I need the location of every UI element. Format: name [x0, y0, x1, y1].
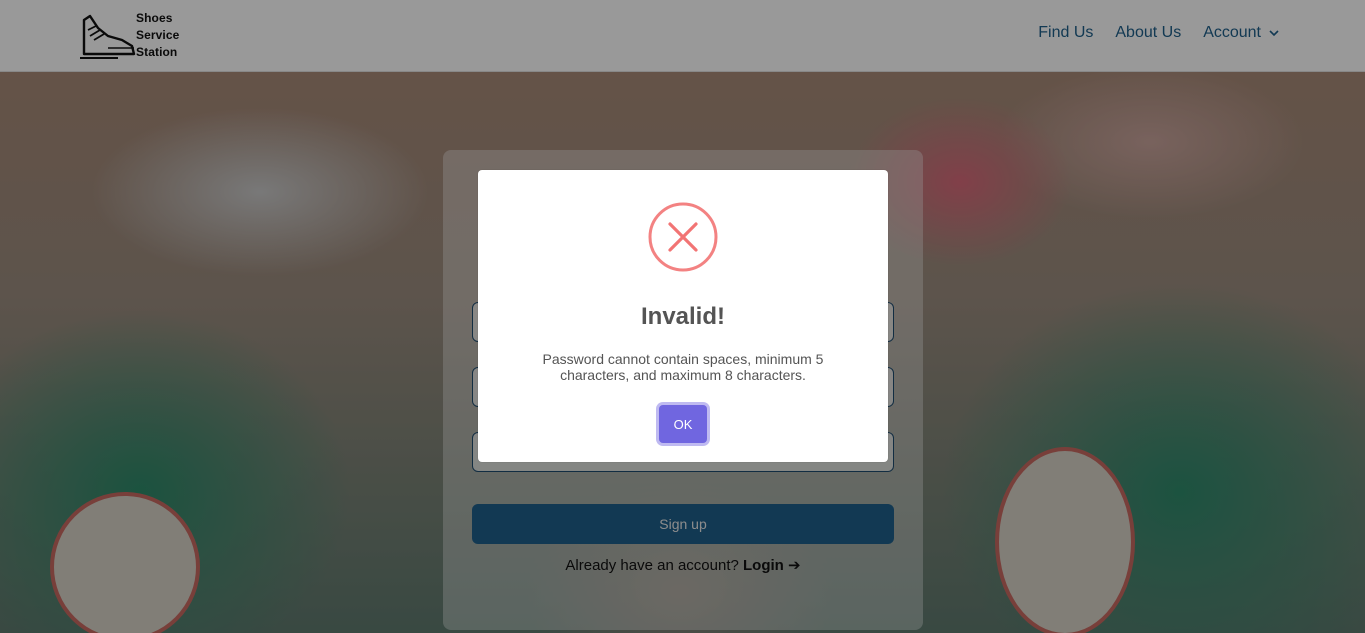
- dialog-title: Invalid!: [640, 303, 725, 330]
- error-x-icon: [648, 202, 718, 272]
- error-dialog: Invalid! Password cannot contain spaces,…: [478, 170, 888, 462]
- ok-button[interactable]: OK: [659, 405, 707, 443]
- dialog-message: Password cannot contain spaces, minimum …: [542, 351, 824, 383]
